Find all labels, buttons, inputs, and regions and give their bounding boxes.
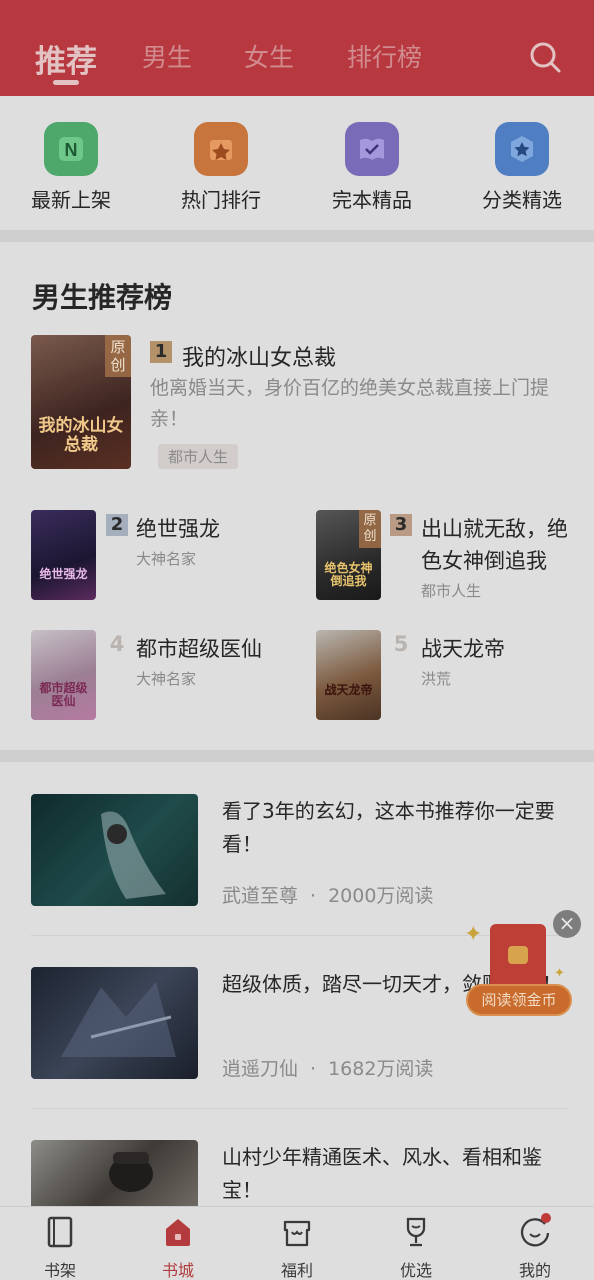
nav-item-featured[interactable]: 优选 (376, 1215, 456, 1280)
feed-thumbnail[interactable] (31, 1140, 198, 1206)
hot-rank-icon (194, 122, 248, 176)
nav-label: 福利 (280, 1261, 313, 1280)
nav-label: 我的 (518, 1261, 551, 1280)
book-title[interactable]: 出山就无敌，绝色女神倒追我 (421, 513, 571, 577)
male-ranking-section: 男生推荐榜 原创 我的冰山女总裁 1 我的冰山女总裁 他离婚当天，身价百亿的绝美… (0, 242, 594, 750)
search-icon[interactable] (528, 40, 562, 74)
nav-item-profile[interactable]: 我的 (495, 1213, 575, 1280)
book-cover[interactable]: 都市超级医仙 (31, 630, 96, 720)
section-divider (0, 750, 594, 762)
feed-title: 看了3年的玄幻，这本书推荐你一定要看！ (222, 799, 555, 856)
feed-meta: 逍遥刀仙 · 1682万阅读 (222, 1054, 433, 1081)
nav-label: 书架 (43, 1261, 76, 1280)
bookstore-icon (166, 1219, 190, 1246)
feed-thumbnail[interactable] (31, 967, 198, 1079)
nav-label: 书城 (161, 1261, 194, 1280)
close-icon[interactable]: × (553, 910, 581, 938)
cover-title: 绝色女神倒追我 (324, 561, 373, 588)
rank-badge: 3 (390, 514, 412, 536)
book-title[interactable]: 绝世强龙 (136, 513, 220, 543)
feed-read-count: 2000万阅读 (328, 885, 434, 907)
feed-meta: 武道至尊 · 2000万阅读 (222, 881, 433, 908)
rank-badge: 5 (393, 632, 409, 656)
original-badge: 原创 (359, 510, 381, 548)
quick-entry-label: 完本精品 (332, 188, 412, 212)
book-description: 他离婚当天，身价百亿的绝美女总裁直接上门提亲！ (150, 377, 550, 430)
book-title[interactable]: 都市超级医仙 (136, 633, 262, 663)
reading-coin-button[interactable]: 阅读领金币 (466, 984, 572, 1016)
section-title: 男生推荐榜 (32, 281, 173, 314)
book-title[interactable]: 我的冰山女总裁 (182, 340, 336, 372)
tab-female[interactable]: 女生 (244, 38, 294, 74)
bottom-nav: 书架 书城 福利 优选 我的 (0, 1206, 594, 1280)
tab-ranking[interactable]: 排行榜 (347, 38, 422, 74)
quick-entry-label: 热门排行 (181, 188, 261, 212)
quick-entry-complete[interactable]: 完本精品 (317, 122, 427, 213)
rank-badge: 1 (150, 341, 172, 363)
sparkle-icon: ✦ (464, 922, 483, 947)
new-shelf-icon: N (44, 122, 98, 176)
book-cover[interactable]: 原创 绝色女神倒追我 (316, 510, 381, 600)
tab-male[interactable]: 男生 (142, 38, 192, 74)
feed-thumbnail[interactable] (31, 794, 198, 906)
bookshelf-icon (47, 1216, 73, 1248)
rank-badge: 4 (109, 632, 125, 656)
tab-recommend[interactable]: 推荐 (35, 36, 97, 81)
book-cover[interactable]: 战天龙帝 (316, 630, 381, 720)
notification-dot (541, 1213, 551, 1223)
rank-badge: 2 (106, 514, 128, 536)
quick-entry-label: 最新上架 (31, 188, 111, 212)
nav-label: 优选 (399, 1261, 432, 1280)
original-badge: 原创 (105, 335, 131, 377)
book-genre: 洪荒 (421, 670, 452, 688)
book-genre: 大神名家 (136, 670, 197, 688)
section-divider (0, 230, 594, 242)
nav-item-bookshelf[interactable]: 书架 (20, 1215, 100, 1280)
active-tab-indicator (53, 80, 79, 85)
feed-book-name: 逍遥刀仙 (222, 1058, 299, 1080)
meta-separator: · (310, 1058, 317, 1080)
sparkle-icon: ✦ (554, 966, 565, 981)
quick-entry-bar: N 最新上架 热门排行 完本精品 分类精选 (0, 96, 594, 230)
quick-entry-label: 分类精选 (482, 188, 562, 212)
book-genre: 大神名家 (136, 550, 197, 568)
meta-separator: · (310, 885, 317, 907)
welfare-icon (283, 1220, 311, 1247)
genre-tag: 都市人生 (158, 444, 239, 469)
feed-title: 山村少年精通医术、风水、看相和鉴宝！ (222, 1145, 542, 1202)
cover-title: 绝世强龙 (39, 567, 88, 581)
quick-entry-category[interactable]: 分类精选 (467, 122, 577, 213)
svg-text:N: N (65, 140, 78, 160)
top-header: 推荐 男生 女生 排行榜 (0, 0, 594, 96)
feed-divider (31, 1108, 567, 1109)
cover-title: 战天龙帝 (324, 683, 373, 697)
cover-title: 都市超级医仙 (39, 681, 88, 708)
nav-item-welfare[interactable]: 福利 (257, 1215, 337, 1280)
trophy-icon (406, 1217, 426, 1247)
complete-book-icon (345, 122, 399, 176)
feed-book-name: 武道至尊 (222, 885, 299, 907)
book-cover[interactable]: 绝世强龙 (31, 510, 96, 600)
category-star-icon (495, 122, 549, 176)
quick-entry-new[interactable]: N 最新上架 (16, 122, 126, 213)
feed-read-count: 1682万阅读 (328, 1058, 434, 1080)
red-envelope-icon (490, 924, 546, 990)
reading-coin-widget[interactable]: ✦ ✦ 阅读领金币 × (462, 910, 587, 1022)
cover-title: 我的冰山女总裁 (38, 416, 124, 455)
nav-item-bookstore[interactable]: 书城 (138, 1215, 218, 1280)
book-cover[interactable]: 原创 我的冰山女总裁 (31, 335, 131, 469)
book-title[interactable]: 战天龙帝 (421, 633, 505, 663)
book-genre: 都市人生 (421, 582, 482, 600)
quick-entry-hot[interactable]: 热门排行 (166, 122, 276, 213)
